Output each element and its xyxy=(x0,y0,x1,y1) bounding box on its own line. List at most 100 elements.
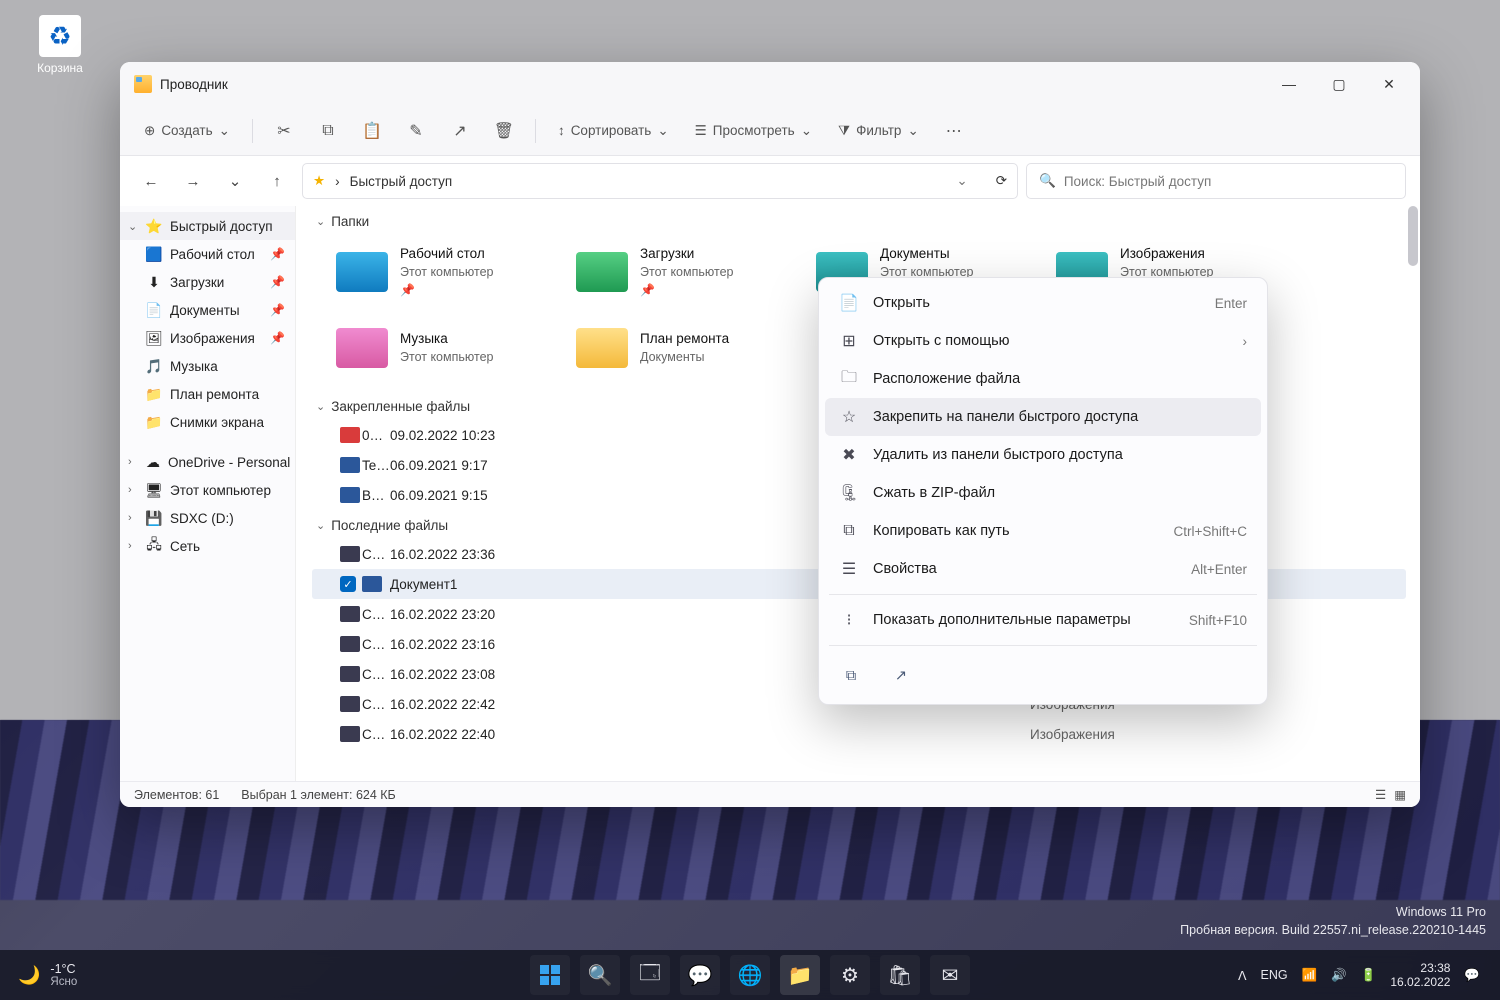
recycle-bin-label: Корзина xyxy=(20,61,100,75)
file-icon xyxy=(340,636,360,652)
search-box[interactable]: 🔍 Поиск: Быстрый доступ xyxy=(1026,163,1406,199)
new-button[interactable]: ⊕ Создать ⌄ xyxy=(134,114,240,148)
details-view-button[interactable]: ☰ xyxy=(1375,787,1386,802)
explorer-taskbar-button[interactable]: 📁 xyxy=(780,955,820,995)
settings-button[interactable]: ⚙ xyxy=(830,955,870,995)
sidebar: ⌄⭐Быстрый доступ🟦Рабочий стол📌⬇Загрузки📌… xyxy=(120,206,296,781)
up-button[interactable]: ↑ xyxy=(260,164,294,198)
context-menu: 📄ОткрытьEnter⊞Открыть с помощью›🗀Располо… xyxy=(818,277,1268,705)
more-button[interactable]: ⋯ xyxy=(935,114,973,148)
sort-button[interactable]: ↕ Сортировать ⌄ xyxy=(548,114,679,148)
titlebar[interactable]: Проводник ― ▢ ✕ xyxy=(120,62,1420,106)
filter-button[interactable]: ⧩ Фильтр ⌄ xyxy=(828,114,929,148)
minimize-button[interactable]: ― xyxy=(1264,64,1314,104)
desktop: Корзина Windows 11 Pro Пробная версия. B… xyxy=(0,0,1500,1000)
sidebar-item[interactable]: ⬇Загрузки📌 xyxy=(120,268,295,296)
file-icon xyxy=(340,696,360,712)
sidebar-item[interactable]: 🖼Изображения📌 xyxy=(120,324,295,352)
language-indicator[interactable]: ENG xyxy=(1261,968,1288,982)
tray-chevron-icon[interactable]: ᐱ xyxy=(1238,968,1247,983)
folder-icon xyxy=(576,252,628,292)
pin-icon: 📌 xyxy=(270,247,285,261)
store-button[interactable]: 🛍 xyxy=(880,955,920,995)
chevron-right-icon: › xyxy=(1243,334,1248,349)
battery-icon[interactable]: 🔋 xyxy=(1361,968,1377,983)
star-icon: ★ xyxy=(313,173,325,189)
file-icon xyxy=(340,666,360,682)
context-menu-item[interactable]: ⧉Копировать как путьCtrl+Shift+C xyxy=(825,512,1261,550)
wifi-icon[interactable]: 📶 xyxy=(1302,968,1318,983)
sidebar-item[interactable]: ›🖧Сеть xyxy=(120,532,295,560)
sidebar-item[interactable]: 📁План ремонта xyxy=(120,380,295,408)
context-menu-item[interactable]: ☰СвойстваAlt+Enter xyxy=(825,550,1261,588)
status-selection: Выбран 1 элемент: 624 КБ xyxy=(241,788,395,802)
command-bar: ⊕ Создать ⌄ ✂ ⧉ 📋 ✎ ↗ 🗑 ↕ Сортировать ⌄ … xyxy=(120,106,1420,156)
copy-button[interactable]: ⧉ xyxy=(309,114,347,148)
checkbox[interactable]: ✓ xyxy=(340,576,356,592)
folder-icon xyxy=(336,328,388,368)
sidebar-item[interactable]: ›🖥Этот компьютер xyxy=(120,476,295,504)
folder-card[interactable]: План ремонтаДокументы xyxy=(572,315,802,381)
scrollbar[interactable] xyxy=(1408,206,1418,266)
taskbar-center: 🔍 🗔 💬 🌐 📁 ⚙ 🛍 ✉ xyxy=(530,955,970,995)
context-menu-item[interactable]: 📄ОткрытьEnter xyxy=(825,284,1261,322)
start-button[interactable] xyxy=(530,955,570,995)
delete-button[interactable]: 🗑 xyxy=(485,114,523,148)
taskview-button[interactable]: 🗔 xyxy=(630,955,670,995)
search-button[interactable]: 🔍 xyxy=(580,955,620,995)
file-row[interactable]: ✓Снимок экрана 2022-02-16 22400616.02.20… xyxy=(312,719,1406,749)
share-button[interactable]: ↗ xyxy=(441,114,479,148)
status-count: Элементов: 61 xyxy=(134,788,219,802)
close-button[interactable]: ✕ xyxy=(1364,64,1414,104)
back-button[interactable]: ← xyxy=(134,164,168,198)
share-button[interactable]: ↗ xyxy=(885,660,917,692)
sidebar-item[interactable]: 📄Документы📌 xyxy=(120,296,295,324)
explorer-icon xyxy=(134,75,152,93)
sidebar-item[interactable]: ›💾SDXC (D:) xyxy=(120,504,295,532)
rename-button[interactable]: ✎ xyxy=(397,114,435,148)
context-menu-item[interactable]: ⁝Показать дополнительные параметрыShift+… xyxy=(825,601,1261,639)
section-folders[interactable]: ⌄Папки xyxy=(296,206,1420,235)
volume-icon[interactable]: 🔊 xyxy=(1331,968,1347,983)
file-icon xyxy=(340,487,360,503)
folder-card[interactable]: МузыкаЭтот компьютер xyxy=(332,315,562,381)
folder-card[interactable]: ЗагрузкиЭтот компьютер📌 xyxy=(572,239,802,305)
copy-button[interactable]: ⧉ xyxy=(835,660,867,692)
notifications-button[interactable]: 💬 xyxy=(1464,968,1480,983)
recycle-bin-icon xyxy=(39,15,81,57)
context-menu-item[interactable]: ☆Закрепить на панели быстрого доступа xyxy=(825,398,1261,436)
taskbar-weather[interactable]: 🌙 -1°C Ясно xyxy=(0,962,77,988)
cut-button[interactable]: ✂ xyxy=(265,114,303,148)
file-icon xyxy=(340,427,360,443)
chat-button[interactable]: 💬 xyxy=(680,955,720,995)
sidebar-item[interactable]: 📁Снимки экрана xyxy=(120,408,295,436)
view-button[interactable]: ☰ Просмотреть ⌄ xyxy=(685,114,822,148)
context-menu-item[interactable]: ✖Удалить из панели быстрого доступа xyxy=(825,436,1261,474)
breadcrumb[interactable]: Быстрый доступ xyxy=(350,174,453,189)
pin-icon: 📌 xyxy=(270,331,285,345)
thumbnails-view-button[interactable]: ▦ xyxy=(1394,787,1406,802)
address-bar[interactable]: ★ › Быстрый доступ ⌄ ⟳ xyxy=(302,163,1018,199)
folder-icon xyxy=(576,328,628,368)
recent-locations-button[interactable]: ⌄ xyxy=(218,164,252,198)
chevron-down-icon[interactable]: ⌄ xyxy=(956,173,967,189)
context-menu-item[interactable]: 🗜Сжать в ZIP-файл xyxy=(825,474,1261,512)
mail-button[interactable]: ✉ xyxy=(930,955,970,995)
sidebar-item[interactable]: ⌄⭐Быстрый доступ xyxy=(120,212,295,240)
context-menu-item[interactable]: ⊞Открыть с помощью› xyxy=(825,322,1261,360)
context-menu-item[interactable]: 🗀Расположение файла xyxy=(825,360,1261,398)
sidebar-item[interactable]: ›☁OneDrive - Personal xyxy=(120,448,295,476)
refresh-button[interactable]: ⟳ xyxy=(996,173,1007,189)
forward-button[interactable]: → xyxy=(176,164,210,198)
paste-button[interactable]: 📋 xyxy=(353,114,391,148)
sidebar-item[interactable]: 🎵Музыка xyxy=(120,352,295,380)
maximize-button[interactable]: ▢ xyxy=(1314,64,1364,104)
file-icon xyxy=(340,606,360,622)
pin-icon: 📌 xyxy=(270,303,285,317)
sidebar-item[interactable]: 🟦Рабочий стол📌 xyxy=(120,240,295,268)
recycle-bin[interactable]: Корзина xyxy=(20,15,100,75)
edge-button[interactable]: 🌐 xyxy=(730,955,770,995)
clock[interactable]: 23:3816.02.2022 xyxy=(1390,961,1450,990)
file-icon xyxy=(340,726,360,742)
folder-card[interactable]: Рабочий столЭтот компьютер📌 xyxy=(332,239,562,305)
